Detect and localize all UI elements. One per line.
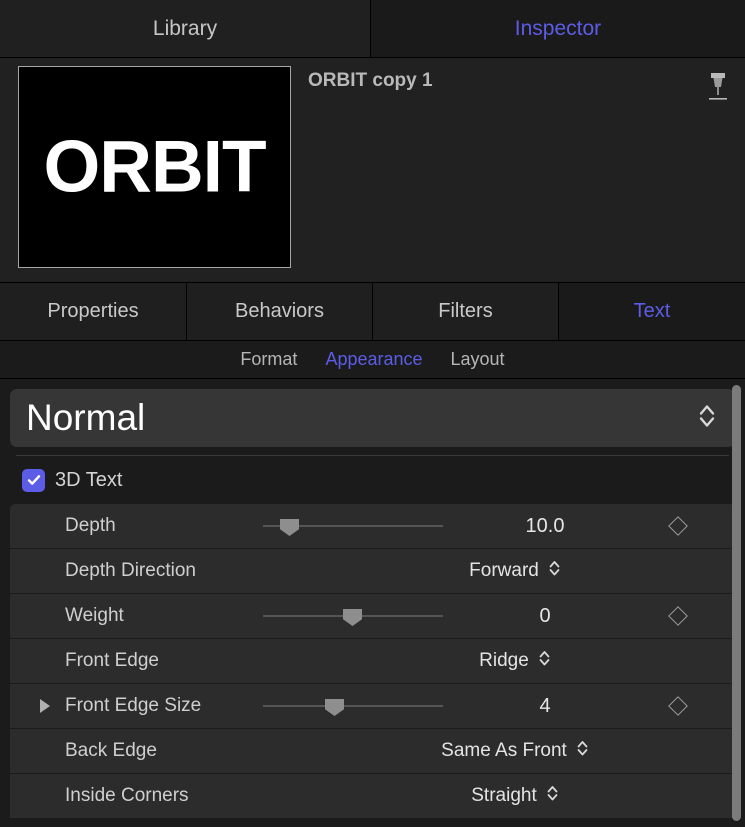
row-weight[interactable]: Weight 0: [10, 594, 735, 639]
inspector-header: ORBIT ORBIT copy 1: [0, 58, 745, 283]
row-front-edge-size-slider[interactable]: [263, 699, 443, 716]
subtab-format-label: Format: [240, 349, 298, 369]
row-weight-value[interactable]: 0: [450, 605, 640, 628]
keyframe-diamond-icon[interactable]: [668, 606, 688, 626]
row-front-edge-label: Front Edge: [65, 650, 159, 671]
tab-filters[interactable]: Filters: [373, 283, 559, 341]
pin-icon[interactable]: [703, 70, 733, 104]
row-front-edge-value: Ridge: [479, 650, 529, 671]
row-depth-direction[interactable]: Depth Direction Forward: [10, 549, 735, 594]
subtab-layout-label: Layout: [450, 349, 505, 369]
text-style-value: Normal: [26, 397, 146, 438]
parameter-rows: Depth 10.0 Depth Direction Forward Weigh…: [10, 504, 735, 819]
tab-properties-label: Properties: [47, 300, 139, 322]
row-front-edge-size-label: Front Edge Size: [65, 695, 202, 716]
slider-knob[interactable]: [280, 519, 299, 536]
clip-title: ORBIT copy 1: [308, 70, 433, 91]
tab-text[interactable]: Text: [559, 283, 745, 341]
vertical-scrollbar[interactable]: [732, 385, 741, 821]
inspector-body: Normal 3D Text Depth 10.0 Depth Directio…: [0, 379, 745, 825]
tab-text-label: Text: [633, 300, 671, 322]
subtab-appearance-label: Appearance: [325, 349, 423, 369]
three-d-text-label: 3D Text: [55, 468, 123, 491]
row-back-edge-popup[interactable]: Same As Front: [310, 738, 720, 764]
slider-track: [263, 705, 443, 707]
thumbnail-text: ORBIT: [43, 126, 266, 208]
chevron-up-down-icon: [576, 738, 589, 764]
chevron-up-down-icon: [548, 558, 561, 584]
row-back-edge-value: Same As Front: [441, 740, 567, 761]
row-depth-slider[interactable]: [263, 519, 443, 536]
row-back-edge-label: Back Edge: [65, 740, 157, 761]
chevron-up-down-icon: [697, 401, 717, 436]
sub-tab-bar: Format Appearance Layout: [0, 341, 745, 379]
keyframe-diamond-icon[interactable]: [668, 516, 688, 536]
inspector-panel: Library Inspector ORBIT ORBIT copy 1 Pro…: [0, 0, 745, 827]
row-front-edge[interactable]: Front Edge Ridge: [10, 639, 735, 684]
row-front-edge-size[interactable]: Front Edge Size 4: [10, 684, 735, 729]
tab-behaviors[interactable]: Behaviors: [187, 283, 373, 341]
divider: [16, 455, 729, 456]
subtab-appearance[interactable]: Appearance: [325, 349, 422, 370]
section-tab-bar: Properties Behaviors Filters Text: [0, 283, 745, 341]
row-depth-label: Depth: [65, 515, 116, 536]
slider-knob[interactable]: [325, 699, 344, 716]
clip-thumbnail[interactable]: ORBIT: [18, 66, 291, 268]
row-depth-direction-value: Forward: [469, 560, 539, 581]
tab-filters-label: Filters: [438, 300, 493, 322]
tab-inspector-label: Inspector: [514, 16, 602, 40]
three-d-text-row[interactable]: 3D Text: [10, 462, 735, 498]
chevron-up-down-icon: [538, 648, 551, 674]
row-weight-slider[interactable]: [263, 609, 443, 626]
row-depth-value[interactable]: 10.0: [450, 515, 640, 538]
top-tab-bar: Library Inspector: [0, 0, 745, 58]
text-style-popup[interactable]: Normal: [10, 389, 735, 447]
row-front-edge-size-value[interactable]: 4: [450, 695, 640, 718]
subtab-layout[interactable]: Layout: [451, 349, 505, 370]
disclosure-triangle-icon[interactable]: [40, 699, 50, 713]
row-inside-corners-value: Straight: [471, 785, 537, 806]
row-inside-corners-popup[interactable]: Straight: [310, 783, 720, 809]
row-back-edge[interactable]: Back Edge Same As Front: [10, 729, 735, 774]
row-depth[interactable]: Depth 10.0: [10, 504, 735, 549]
tab-behaviors-label: Behaviors: [235, 300, 324, 322]
keyframe-diamond-icon[interactable]: [668, 696, 688, 716]
row-inside-corners-label: Inside Corners: [65, 785, 189, 806]
row-depth-direction-popup[interactable]: Forward: [310, 558, 720, 584]
chevron-up-down-icon: [546, 783, 559, 809]
row-weight-label: Weight: [65, 605, 124, 626]
tab-library[interactable]: Library: [0, 0, 371, 58]
tab-properties[interactable]: Properties: [0, 283, 187, 341]
row-inside-corners[interactable]: Inside Corners Straight: [10, 774, 735, 819]
three-d-text-checkbox[interactable]: [22, 468, 45, 492]
slider-knob[interactable]: [343, 609, 362, 626]
row-front-edge-popup[interactable]: Ridge: [310, 648, 720, 674]
subtab-format[interactable]: Format: [240, 349, 297, 370]
tab-inspector[interactable]: Inspector: [371, 0, 745, 58]
tab-library-label: Library: [152, 16, 218, 40]
row-depth-direction-label: Depth Direction: [65, 560, 196, 581]
